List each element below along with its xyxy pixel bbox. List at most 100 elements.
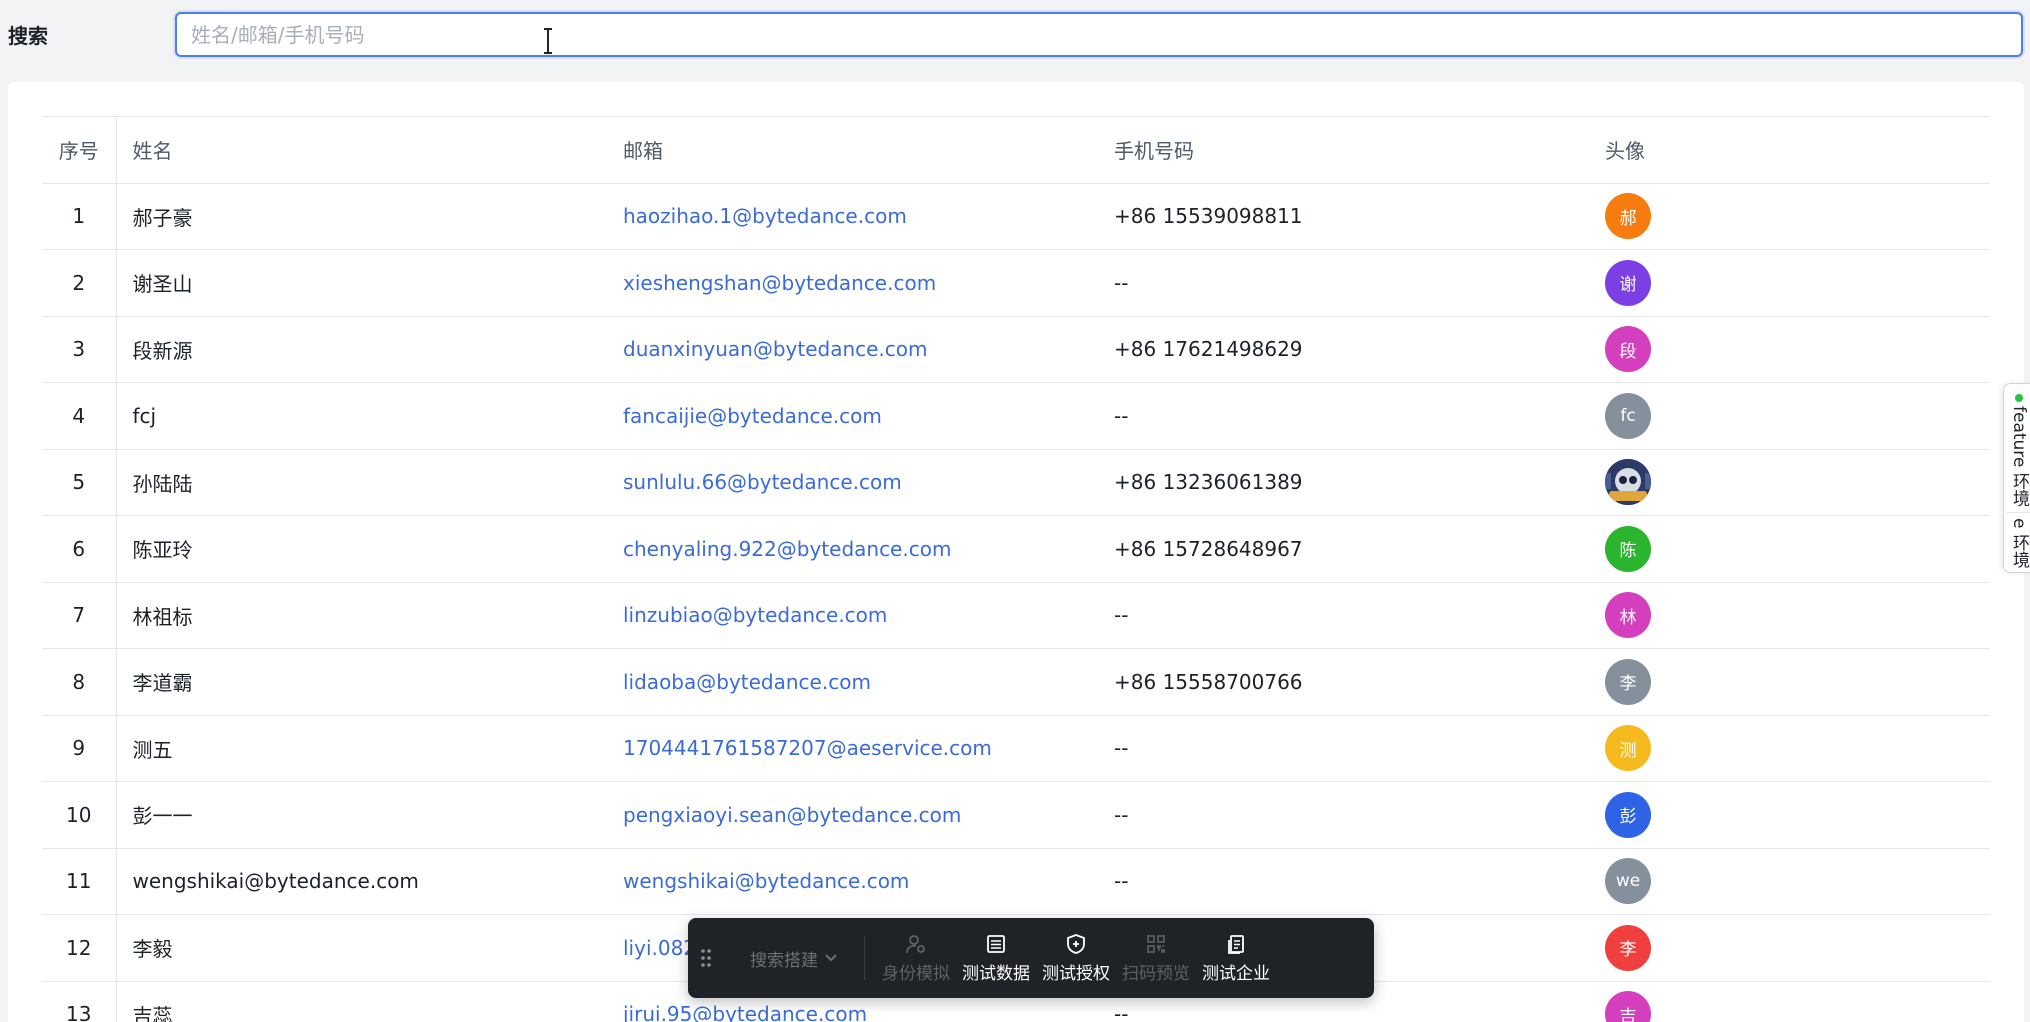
- environment-side-tab[interactable]: feature 环境 e 环境: [2003, 383, 2030, 573]
- table-row: 1 郝子豪 haozihao.1@bytedance.com +86 15539098…: [42, 183, 1990, 250]
- status-dot-icon: [2015, 394, 2023, 402]
- table-row: 8 李道霸 lidaoba@bytedance.com +86 15558700766…: [42, 648, 1990, 716]
- row-name: 测五: [116, 715, 607, 782]
- row-phone: --: [1098, 848, 1589, 915]
- row-email-cell: 1704441761587207@aeservice.com: [607, 715, 1098, 782]
- table-list-icon: [987, 934, 1005, 953]
- email-link[interactable]: chenyaling.922@bytedance.com: [623, 537, 951, 561]
- email-link[interactable]: lidaoba@bytedance.com: [623, 670, 871, 694]
- row-phone: +86 15728648967: [1098, 515, 1589, 583]
- row-avatar-cell: 郝: [1589, 183, 1990, 250]
- avatar: 段: [1605, 326, 1651, 373]
- tool-label: 测试授权: [1042, 963, 1110, 984]
- table-row: 7 林祖标 linzubiao@bytedance.com -- 林: [42, 582, 1990, 649]
- avatar: 林: [1605, 592, 1651, 639]
- row-name: fcj: [116, 382, 607, 450]
- identity-simulation-button[interactable]: 身份模拟: [871, 930, 961, 986]
- dropdown-label: 搜索搭建: [750, 950, 818, 971]
- avatar: 谢: [1605, 259, 1651, 306]
- row-phone: --: [1098, 249, 1589, 317]
- user-settings-icon: [906, 934, 925, 953]
- row-phone: +86 13236061389: [1098, 449, 1589, 516]
- table-row: 6 陈亚玲 chenyaling.922@bytedance.com +86 1572…: [42, 515, 1990, 583]
- row-phone: --: [1098, 382, 1589, 450]
- row-phone: +86 17621498629: [1098, 316, 1589, 383]
- column-header-email: 邮箱: [607, 116, 1098, 184]
- row-index: 6: [42, 515, 117, 583]
- environment-label-secondary: e 环境: [2009, 518, 2029, 568]
- row-index: 5: [42, 449, 117, 516]
- column-header-phone: 手机号码: [1098, 116, 1589, 184]
- table-row: 4 fcj fancaijie@bytedance.com -- fc: [42, 382, 1990, 450]
- row-index: 7: [42, 582, 117, 649]
- email-link[interactable]: pengxiaoyi.sean@bytedance.com: [623, 803, 961, 827]
- search-bar: 搜索: [0, 0, 2030, 70]
- avatar: fc: [1605, 392, 1651, 439]
- row-avatar-cell: [1589, 449, 1990, 516]
- email-link[interactable]: haozihao.1@bytedance.com: [623, 204, 907, 228]
- avatar: 李: [1605, 658, 1651, 705]
- row-index: 4: [42, 382, 117, 450]
- avatar: 测: [1605, 725, 1651, 772]
- test-authorization-button[interactable]: 测试授权: [1031, 930, 1121, 986]
- row-email-cell: linzubiao@bytedance.com: [607, 582, 1098, 649]
- email-link[interactable]: fancaijie@bytedance.com: [623, 404, 882, 428]
- row-index: 10: [42, 781, 117, 849]
- test-enterprise-button[interactable]: 测试企业: [1191, 930, 1281, 986]
- test-data-button[interactable]: 测试数据: [951, 930, 1041, 986]
- tool-label: 扫码预览: [1122, 963, 1190, 984]
- row-avatar-cell: 吉: [1589, 981, 1990, 1022]
- search-input[interactable]: [175, 12, 2023, 57]
- row-index: 1: [42, 183, 117, 250]
- row-name: 李毅: [116, 914, 607, 982]
- row-phone: --: [1098, 582, 1589, 649]
- column-header-index: 序号: [42, 116, 117, 184]
- email-link[interactable]: wengshikai@bytedance.com: [623, 869, 909, 893]
- table-card: 序号 姓名 邮箱 手机号码 头像 1 郝子豪 haozihao.1@bytedanc…: [8, 82, 2024, 1022]
- row-index: 3: [42, 316, 117, 383]
- chevron-down-icon: [825, 954, 837, 962]
- row-email-cell: lidaoba@bytedance.com: [607, 648, 1098, 716]
- email-link[interactable]: jirui.95@bytedance.com: [623, 1002, 867, 1022]
- email-link[interactable]: sunlulu.66@bytedance.com: [623, 470, 902, 494]
- row-phone: +86 15539098811: [1098, 183, 1589, 250]
- table-row: 5 孙陆陆 sunlulu.66@bytedance.com +86 13236061…: [42, 449, 1990, 516]
- side-tab-divider: [2006, 512, 2030, 513]
- scan-preview-button[interactable]: 扫码预览: [1111, 930, 1201, 986]
- row-index: 9: [42, 715, 117, 782]
- dev-toolbar: 搜索搭建 身份模拟 测试数据 测试授权 扫码预览 测试企业: [688, 918, 1374, 998]
- row-name: 彭一一: [116, 781, 607, 849]
- email-link[interactable]: 1704441761587207@aeservice.com: [623, 736, 992, 760]
- row-email-cell: pengxiaoyi.sean@bytedance.com: [607, 781, 1098, 849]
- avatar: 陈: [1605, 525, 1651, 572]
- email-link[interactable]: linzubiao@bytedance.com: [623, 603, 887, 627]
- row-name: 陈亚玲: [116, 515, 607, 583]
- row-avatar-cell: we: [1589, 848, 1990, 915]
- row-index: 12: [42, 914, 117, 982]
- row-index: 11: [42, 848, 117, 915]
- table-body: 1 郝子豪 haozihao.1@bytedance.com +86 15539098…: [42, 183, 1990, 1022]
- users-table: 序号 姓名 邮箱 手机号码 头像 1 郝子豪 haozihao.1@bytedanc…: [42, 116, 1990, 1022]
- row-index: 13: [42, 981, 117, 1022]
- table-row: 9 测五 1704441761587207@aeservice.com -- 测: [42, 715, 1990, 782]
- row-name: 郝子豪: [116, 183, 607, 250]
- avatar: [1605, 459, 1651, 506]
- email-link[interactable]: liyi.082: [623, 936, 696, 960]
- email-link[interactable]: duanxinyuan@bytedance.com: [623, 337, 928, 361]
- row-avatar-cell: 李: [1589, 914, 1990, 982]
- environment-label: feature 环境: [2009, 406, 2029, 507]
- row-avatar-cell: 李: [1589, 648, 1990, 716]
- table-row: 2 谢圣山 xieshengshan@bytedance.com -- 谢: [42, 249, 1990, 317]
- email-link[interactable]: xieshengshan@bytedance.com: [623, 271, 936, 295]
- avatar: 吉: [1605, 991, 1651, 1022]
- table-header-row: 序号 姓名 邮箱 手机号码 头像: [42, 116, 1990, 184]
- row-avatar-cell: 段: [1589, 316, 1990, 383]
- tool-label: 测试数据: [962, 963, 1030, 984]
- row-avatar-cell: 谢: [1589, 249, 1990, 317]
- shield-plus-icon: [1067, 933, 1085, 954]
- drag-handle-icon[interactable]: [700, 948, 712, 968]
- search-build-dropdown[interactable]: 搜索搭建: [750, 944, 838, 972]
- row-name: 段新源: [116, 316, 607, 383]
- row-avatar-cell: 陈: [1589, 515, 1990, 583]
- row-email-cell: fancaijie@bytedance.com: [607, 382, 1098, 450]
